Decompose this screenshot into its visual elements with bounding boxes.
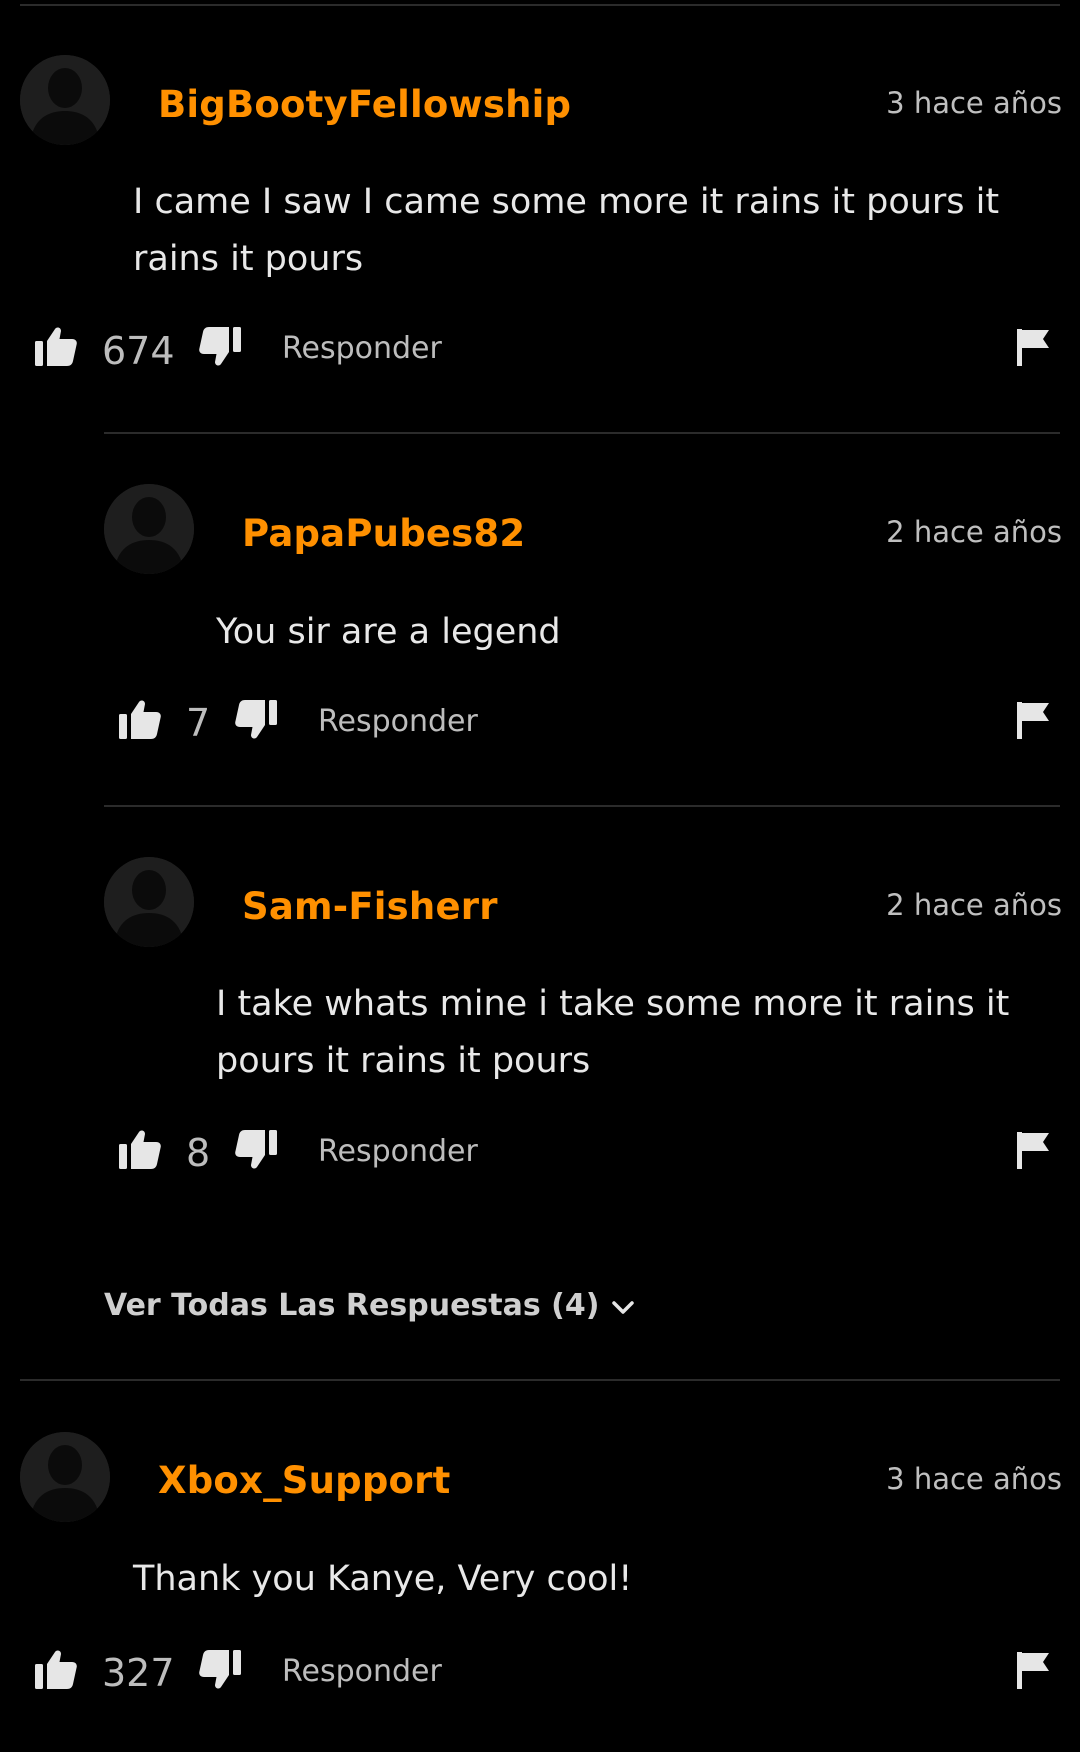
thumbs-down-icon bbox=[199, 1650, 241, 1689]
flag-button[interactable] bbox=[1016, 1131, 1050, 1173]
thumbs-down-icon bbox=[235, 1130, 277, 1169]
comment-username[interactable]: BigBootyFellowship bbox=[158, 83, 571, 126]
flag-icon bbox=[1017, 329, 1049, 366]
divider bbox=[20, 1379, 1060, 1381]
like-count: 674 bbox=[102, 329, 175, 373]
avatar[interactable] bbox=[104, 857, 194, 947]
chevron-down-icon bbox=[611, 1289, 635, 1324]
thumbs-up-icon bbox=[35, 1650, 77, 1689]
like-button[interactable] bbox=[118, 698, 162, 744]
reply-button[interactable]: Responder bbox=[318, 704, 478, 739]
user-silhouette-icon bbox=[104, 484, 194, 574]
flag-icon bbox=[1017, 1132, 1049, 1169]
reply-button[interactable]: Responder bbox=[282, 331, 442, 366]
like-button[interactable] bbox=[34, 325, 78, 371]
comment-timestamp: 2 hace años bbox=[886, 888, 1062, 922]
divider bbox=[104, 805, 1060, 807]
thumbs-down-icon bbox=[235, 700, 277, 739]
like-count: 327 bbox=[102, 1651, 175, 1695]
top-divider bbox=[20, 4, 1060, 6]
dislike-button[interactable] bbox=[198, 1649, 242, 1695]
dislike-button[interactable] bbox=[234, 1129, 278, 1175]
reply-button[interactable]: Responder bbox=[282, 1654, 442, 1689]
comment-username[interactable]: PapaPubes82 bbox=[242, 512, 525, 555]
avatar[interactable] bbox=[20, 55, 110, 145]
view-all-replies-button[interactable]: Ver Todas Las Respuestas (4) bbox=[104, 1288, 635, 1324]
user-silhouette-icon bbox=[104, 857, 194, 947]
comment-text: I came I saw I came some more it rains i… bbox=[133, 182, 1000, 279]
view-all-replies-label: Ver Todas Las Respuestas (4) bbox=[104, 1288, 600, 1323]
thumbs-down-icon bbox=[199, 327, 241, 366]
user-silhouette-icon bbox=[20, 1432, 110, 1522]
comment-text: I take whats mine i take some more it ra… bbox=[216, 984, 1010, 1081]
comment-username[interactable]: Sam-Fisherr bbox=[242, 885, 498, 928]
comment-timestamp: 3 hace años bbox=[886, 1462, 1062, 1496]
avatar[interactable] bbox=[20, 1432, 110, 1522]
flag-button[interactable] bbox=[1016, 328, 1050, 370]
reply-button[interactable]: Responder bbox=[318, 1134, 478, 1169]
thumbs-up-icon bbox=[119, 1130, 161, 1169]
user-silhouette-icon bbox=[20, 55, 110, 145]
thumbs-up-icon bbox=[35, 327, 77, 366]
comment-timestamp: 2 hace años bbox=[886, 515, 1062, 549]
comment-text: Thank you Kanye, Very cool! bbox=[133, 1559, 633, 1599]
like-button[interactable] bbox=[118, 1128, 162, 1174]
like-count: 7 bbox=[186, 701, 211, 745]
flag-button[interactable] bbox=[1016, 701, 1050, 743]
comment-text: You sir are a legend bbox=[216, 612, 561, 652]
thumbs-up-icon bbox=[119, 700, 161, 739]
dislike-button[interactable] bbox=[234, 699, 278, 745]
divider bbox=[104, 432, 1060, 434]
like-count: 8 bbox=[186, 1131, 211, 1175]
comment-timestamp: 3 hace años bbox=[886, 86, 1062, 120]
dislike-button[interactable] bbox=[198, 326, 242, 372]
flag-icon bbox=[1017, 1652, 1049, 1689]
comment-username[interactable]: Xbox_Support bbox=[158, 1459, 451, 1502]
flag-button[interactable] bbox=[1016, 1651, 1050, 1693]
flag-icon bbox=[1017, 702, 1049, 739]
like-button[interactable] bbox=[34, 1648, 78, 1694]
avatar[interactable] bbox=[104, 484, 194, 574]
